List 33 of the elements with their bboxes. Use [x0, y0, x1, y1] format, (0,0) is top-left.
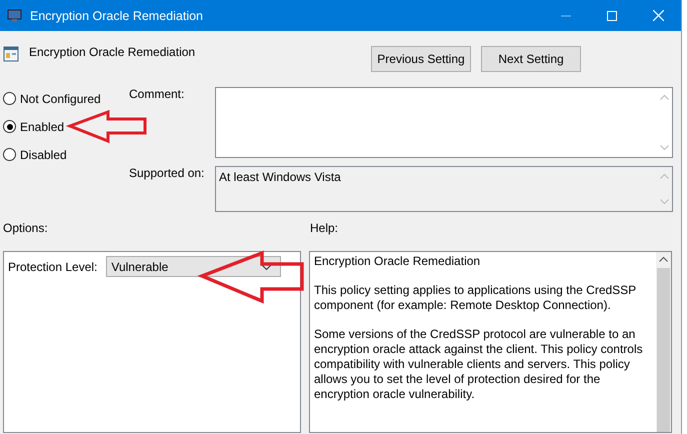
help-paragraph: Encryption Oracle Remediation	[314, 254, 482, 269]
scroll-up-icon	[659, 256, 668, 262]
options-label: Options:	[3, 221, 49, 237]
protection-level-dropdown[interactable]: Vulnerable	[106, 256, 282, 277]
help-label: Help:	[310, 221, 338, 237]
scroll-up-icon	[660, 173, 669, 179]
comment-label: Comment:	[129, 87, 186, 103]
state-radio[interactable]: Enabled	[3, 118, 129, 135]
maximize-icon	[607, 10, 617, 20]
window-title: Encryption Oracle Remediation	[30, 8, 204, 22]
setting-nav-button[interactable]: Previous Setting	[371, 46, 471, 72]
policy-title: Encryption Oracle Remediation	[29, 45, 196, 59]
protection-level-label: Protection Level:	[8, 260, 98, 274]
help-paragraph: Some versions of the CredSSP protocol are vulnerable to an encryption oracle attack against the client. This policy controls compatibility with vulnerable clients and servers. This policy allows you to set the level of protection desired for the encryption oracle vulnerability.	[314, 327, 644, 402]
comment-field[interactable]	[215, 87, 673, 158]
policy-icon	[3, 46, 19, 62]
radio-circle[interactable]	[3, 148, 16, 161]
scroll-thumb[interactable]	[657, 268, 670, 432]
state-radio[interactable]: Not Configured	[3, 90, 129, 107]
supported-on-value: At least Windows Vista	[218, 169, 342, 186]
chevron-down-icon	[261, 264, 272, 270]
scroll-down-icon	[660, 145, 669, 151]
scroll-down-icon	[660, 199, 669, 205]
help-paragraph: This policy setting applies to applications using the CredSSP component (for example: Remote Desktop Connection).	[314, 283, 637, 313]
scroll-up-icon	[660, 94, 669, 100]
close-icon	[652, 10, 664, 21]
supported-on-label: Supported on:	[129, 166, 206, 182]
state-radio[interactable]: Disabled	[3, 146, 129, 163]
radio-circle[interactable]	[3, 92, 16, 105]
radio-circle[interactable]	[3, 120, 16, 133]
scrollbar[interactable]	[656, 252, 671, 432]
monitor-icon	[7, 8, 23, 24]
setting-nav-button[interactable]: Next Setting	[481, 46, 581, 72]
